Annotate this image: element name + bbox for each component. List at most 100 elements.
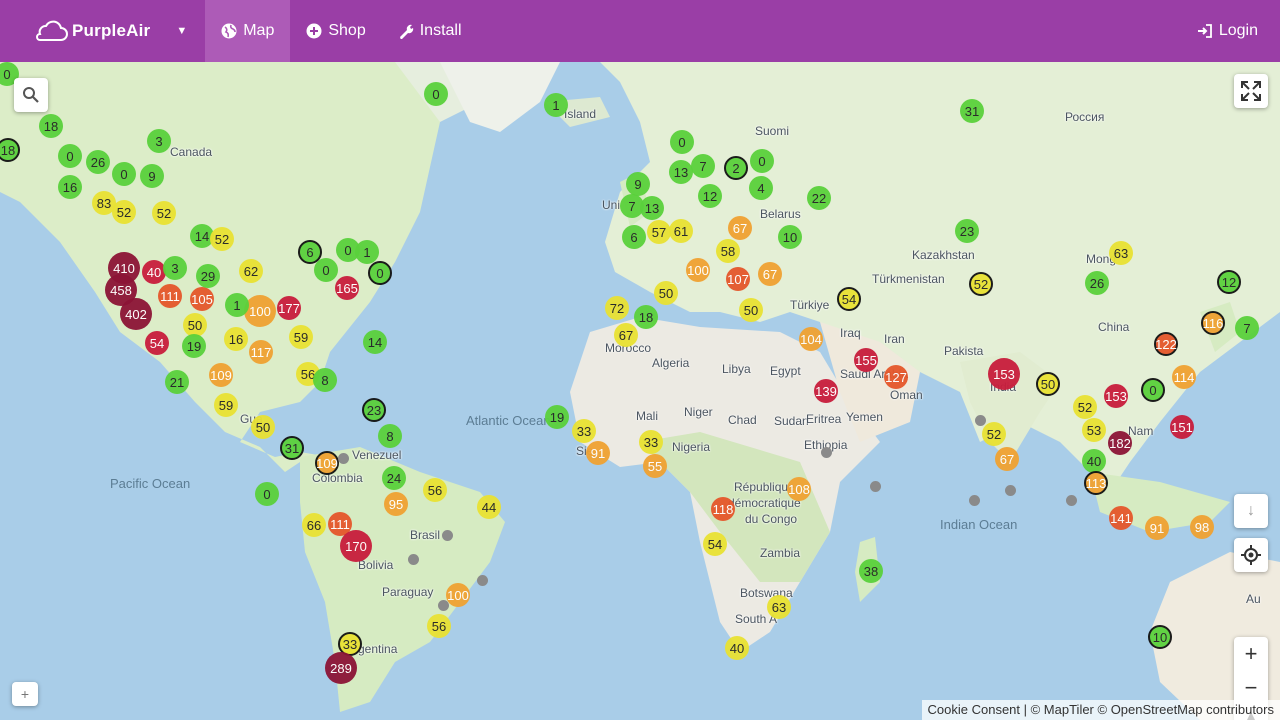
layers-expand-button[interactable]: + — [12, 682, 38, 706]
sensor-marker[interactable]: 2 — [724, 156, 748, 180]
sensor-marker[interactable]: 21 — [165, 370, 189, 394]
sensor-marker[interactable]: 3 — [163, 256, 187, 280]
sensor-marker[interactable]: 7 — [691, 154, 715, 178]
sensor-marker[interactable]: 52 — [112, 200, 136, 224]
sensor-marker[interactable]: 104 — [799, 327, 823, 351]
sensor-marker[interactable]: 67 — [995, 447, 1019, 471]
sensor-marker[interactable]: 1 — [355, 240, 379, 264]
sensor-marker[interactable]: 116 — [1201, 311, 1225, 335]
sensor-marker[interactable]: 54 — [145, 331, 169, 355]
sensor-marker[interactable]: 182 — [1108, 431, 1132, 455]
sensor-marker[interactable]: 0 — [368, 261, 392, 285]
zoom-in-button[interactable]: + — [1234, 637, 1268, 671]
sensor-marker[interactable]: 4 — [749, 176, 773, 200]
sensor-marker[interactable]: 18 — [39, 114, 63, 138]
sensor-marker[interactable]: 177 — [277, 296, 301, 320]
sensor-marker[interactable]: 38 — [859, 559, 883, 583]
sensor-marker[interactable]: 59 — [214, 393, 238, 417]
sensor-marker[interactable]: 56 — [427, 614, 451, 638]
offline-sensor-marker[interactable] — [975, 415, 986, 426]
sensor-marker[interactable]: 31 — [280, 436, 304, 460]
offline-sensor-marker[interactable] — [969, 495, 980, 506]
locate-button[interactable] — [1234, 538, 1268, 572]
offline-sensor-marker[interactable] — [821, 447, 832, 458]
offline-sensor-marker[interactable] — [477, 575, 488, 586]
sensor-marker[interactable]: 23 — [362, 398, 386, 422]
sensor-marker[interactable]: 12 — [1217, 270, 1241, 294]
sensor-marker[interactable]: 31 — [960, 99, 984, 123]
sensor-marker[interactable]: 111 — [158, 284, 182, 308]
offline-sensor-marker[interactable] — [442, 530, 453, 541]
sensor-marker[interactable]: 24 — [382, 466, 406, 490]
world-map[interactable]: Canada Ísland Suomi Россия Belarus Kazak… — [0, 62, 1280, 720]
sensor-marker[interactable]: 1 — [544, 93, 568, 117]
sensor-marker[interactable]: 0 — [112, 162, 136, 186]
sensor-marker[interactable]: 118 — [711, 497, 735, 521]
sensor-marker[interactable]: 19 — [182, 334, 206, 358]
sensor-marker[interactable]: 50 — [1036, 372, 1060, 396]
sensor-marker[interactable]: 3 — [147, 129, 171, 153]
sensor-marker[interactable]: 153 — [1104, 384, 1128, 408]
offline-sensor-marker[interactable] — [408, 554, 419, 565]
sensor-marker[interactable]: 40 — [1082, 449, 1106, 473]
sensor-marker[interactable]: 50 — [739, 298, 763, 322]
sensor-marker[interactable]: 53 — [1082, 418, 1106, 442]
sensor-marker[interactable]: 59 — [289, 325, 313, 349]
sensor-marker[interactable]: 52 — [152, 201, 176, 225]
offline-sensor-marker[interactable] — [1066, 495, 1077, 506]
sensor-marker[interactable]: 22 — [807, 186, 831, 210]
sensor-marker[interactable]: 0 — [1141, 378, 1165, 402]
sensor-marker[interactable]: 72 — [605, 296, 629, 320]
sensor-marker[interactable]: 107 — [726, 267, 750, 291]
sensor-marker[interactable]: 52 — [1073, 395, 1097, 419]
sensor-marker[interactable]: 40 — [725, 636, 749, 660]
sensor-marker[interactable]: 8 — [378, 424, 402, 448]
sensor-marker[interactable]: 91 — [1145, 516, 1169, 540]
sensor-marker[interactable]: 61 — [669, 219, 693, 243]
sensor-marker[interactable]: 91 — [586, 441, 610, 465]
sensor-marker[interactable]: 1 — [225, 293, 249, 317]
sensor-marker[interactable]: 67 — [758, 262, 782, 286]
sensor-marker[interactable]: 113 — [1084, 471, 1108, 495]
search-button[interactable] — [14, 78, 48, 112]
sensor-marker[interactable]: 155 — [854, 348, 878, 372]
sensor-marker[interactable]: 52 — [982, 422, 1006, 446]
sensor-marker[interactable]: 100 — [686, 258, 710, 282]
sensor-marker[interactable]: 9 — [140, 164, 164, 188]
sensor-marker[interactable]: 0 — [670, 130, 694, 154]
sensor-marker[interactable]: 13 — [640, 196, 664, 220]
sensor-marker[interactable]: 50 — [654, 281, 678, 305]
offline-sensor-marker[interactable] — [338, 453, 349, 464]
sensor-marker[interactable]: 10 — [1148, 625, 1172, 649]
sensor-marker[interactable]: 40 — [142, 260, 166, 284]
sensor-marker[interactable]: 16 — [224, 327, 248, 351]
sensor-marker[interactable]: 52 — [969, 272, 993, 296]
sensor-marker[interactable]: 8 — [313, 368, 337, 392]
sensor-marker[interactable]: 29 — [196, 264, 220, 288]
sensor-marker[interactable]: 9 — [626, 172, 650, 196]
sensor-marker[interactable]: 13 — [669, 160, 693, 184]
sensor-marker[interactable]: 56 — [423, 478, 447, 502]
sensor-marker[interactable]: 105 — [190, 287, 214, 311]
sensor-marker[interactable]: 170 — [340, 530, 372, 562]
sensor-marker[interactable]: 127 — [884, 365, 908, 389]
login-link[interactable]: Login — [1181, 0, 1280, 62]
sensor-marker[interactable]: 58 — [716, 239, 740, 263]
sensor-marker[interactable]: 7 — [1235, 316, 1259, 340]
sensor-marker[interactable]: 117 — [249, 340, 273, 364]
brand-dropdown-caret[interactable]: ▼ — [176, 25, 187, 37]
offline-sensor-marker[interactable] — [438, 600, 449, 611]
sensor-marker[interactable]: 153 — [988, 358, 1020, 390]
sensor-marker[interactable]: 0 — [750, 149, 774, 173]
sensor-marker[interactable]: 100 — [446, 583, 470, 607]
sensor-marker[interactable]: 63 — [767, 595, 791, 619]
offline-sensor-marker[interactable] — [870, 481, 881, 492]
sensor-marker[interactable]: 14 — [363, 330, 387, 354]
sensor-marker[interactable]: 26 — [1085, 271, 1109, 295]
nav-install[interactable]: Install — [382, 0, 478, 62]
download-button[interactable]: ↓ — [1234, 494, 1268, 528]
sensor-marker[interactable]: 23 — [955, 219, 979, 243]
sensor-marker[interactable]: 109 — [315, 451, 339, 475]
map-attribution[interactable]: Cookie Consent | © MapTiler © OpenStreet… — [921, 700, 1280, 720]
sensor-marker[interactable]: 98 — [1190, 515, 1214, 539]
